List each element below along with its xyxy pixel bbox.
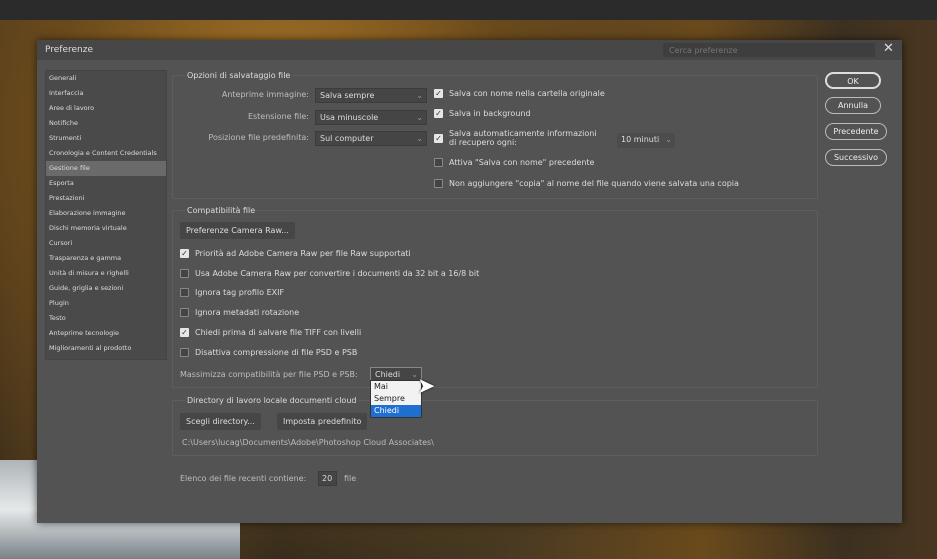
top-bar <box>0 0 937 20</box>
checkbox-label: Disattiva compressione di file PSD e PSB <box>195 347 358 357</box>
maximize-compat-label: Massimizza compatibilità per file PSD e … <box>180 370 358 379</box>
extension-value: Usa minuscole <box>320 113 379 122</box>
checkbox-label: Salva automaticamente informazioni di rec… <box>449 129 597 147</box>
checkbox-unchecked-icon <box>180 347 189 357</box>
checkbox-label: Attiva "Salva con nome" precedente <box>449 158 595 167</box>
recent-files-unit: file <box>344 474 357 483</box>
sidebar-item[interactable]: Trasparenza e gamma <box>46 251 166 266</box>
image-preview-label: Anteprime immagine: <box>221 90 309 99</box>
checkbox-label: Priorità ad Adobe Camera Raw per file Ra… <box>195 249 411 258</box>
checkbox-unchecked-icon <box>180 288 189 298</box>
camera-raw-preferences-button[interactable]: Preferenze Camera Raw... <box>180 222 295 239</box>
recent-files-count-input[interactable]: 20 <box>318 471 337 486</box>
image-preview-select[interactable]: Salva sempre ⌄ <box>315 88 427 103</box>
legacy-save-as-checkbox[interactable]: Attiva "Salva con nome" precedente <box>434 158 594 167</box>
recent-files-label: Elenco dei file recenti contiene: <box>180 474 307 483</box>
title-bar: Preferenze ✕ <box>37 40 902 60</box>
compat-option-checkbox[interactable]: Disattiva compressione di file PSD e PSB <box>180 347 358 357</box>
checkbox-label: Ignora tag profilo EXIF <box>195 288 285 298</box>
image-preview-value: Salva sempre <box>320 91 375 100</box>
checkbox-label: Salva con nome nella cartella originale <box>449 89 605 98</box>
maximize-compat-value: Chiedi <box>375 370 401 379</box>
no-copy-checkbox[interactable]: Non aggiungere "copia" al nome del file … <box>434 179 739 188</box>
choose-directory-button[interactable]: Scegli directory... <box>180 413 261 430</box>
mouse-cursor-icon: ➤ <box>417 374 436 399</box>
checkbox-checked-icon: ✓ <box>434 134 443 143</box>
save-background-checkbox[interactable]: ✓ Salva in background <box>434 109 531 118</box>
save-options-title: Opzioni di salvataggio file <box>185 71 293 80</box>
sidebar-item[interactable]: Anteprime tecnologie <box>46 326 166 341</box>
cloud-directory-title: Directory di lavoro locale documenti clo… <box>185 396 359 405</box>
sidebar-item[interactable]: Cronologia e Content Credentials <box>46 146 166 161</box>
compat-option-checkbox[interactable]: ✓ Chiedi prima di salvare file TIFF con l… <box>180 327 362 337</box>
sidebar-item[interactable]: Gestione file <box>46 161 166 176</box>
chevron-down-icon: ⌄ <box>665 135 672 144</box>
save-as-original-checkbox[interactable]: ✓ Salva con nome nella cartella originale <box>434 89 605 98</box>
preferences-dialog: Preferenze ✕ GeneraliInterfacciaAree di … <box>37 40 902 523</box>
search-preferences-input[interactable] <box>663 43 875 57</box>
cloud-directory-group <box>172 400 818 456</box>
checkbox-unchecked-icon <box>180 308 189 318</box>
checkbox-checked-icon: ✓ <box>434 109 443 118</box>
location-select[interactable]: Sul computer ⌄ <box>315 131 427 146</box>
chevron-down-icon: ⌄ <box>416 91 423 100</box>
checkbox-label: Usa Adobe Camera Raw per convertire i do… <box>195 268 480 278</box>
sidebar-item[interactable]: Elaborazione immagine <box>46 206 166 221</box>
chevron-down-icon: ⌄ <box>416 134 423 143</box>
chevron-down-icon: ⌄ <box>416 113 423 122</box>
dropdown-option-sempre[interactable]: Sempre <box>371 393 421 405</box>
dropdown-option-mai[interactable]: Mai <box>371 381 421 393</box>
autosave-interval-value: 10 minuti <box>621 135 660 144</box>
sidebar-item[interactable]: Dischi memoria virtuale <box>46 221 166 236</box>
sidebar-item[interactable]: Testo <box>46 311 166 326</box>
compat-option-checkbox[interactable]: Ignora metadati rotazione <box>180 308 300 318</box>
maximize-compat-dropdown: Mai Sempre Chiedi <box>370 380 422 418</box>
compat-option-checkbox[interactable]: Ignora tag profilo EXIF <box>180 288 285 298</box>
checkbox-label: Salva in background <box>449 109 531 118</box>
compat-option-checkbox[interactable]: Usa Adobe Camera Raw per convertire i do… <box>180 268 480 278</box>
sidebar-item[interactable]: Prestazioni <box>46 191 166 206</box>
set-default-button[interactable]: Imposta predefinito <box>277 413 368 430</box>
extension-label: Estensione file: <box>247 112 309 121</box>
extension-select[interactable]: Usa minuscole ⌄ <box>315 110 427 125</box>
cloud-path: C:\Users\lucag\Documents\Adobe\Photoshop… <box>182 438 434 447</box>
autosave-checkbox[interactable]: ✓ Salva automaticamente informazioni di re… <box>434 129 597 147</box>
sidebar-item[interactable]: Esporta <box>46 176 166 191</box>
checkbox-unchecked-icon <box>434 158 443 167</box>
close-icon[interactable]: ✕ <box>883 41 894 56</box>
dialog-title: Preferenze <box>45 45 94 55</box>
checkbox-checked-icon: ✓ <box>180 327 189 337</box>
compat-option-checkbox[interactable]: ✓ Priorità ad Adobe Camera Raw per file R… <box>180 249 411 258</box>
checkbox-label: Ignora metadati rotazione <box>195 308 300 318</box>
autosave-interval-select[interactable]: 10 minuti ⌄ <box>617 133 675 148</box>
ok-button[interactable]: OK <box>825 72 881 89</box>
sidebar-item[interactable]: Guide, griglia e sezioni <box>46 281 166 296</box>
sidebar-item[interactable]: Unità di misura e righelli <box>46 266 166 281</box>
checkbox-checked-icon: ✓ <box>434 89 443 98</box>
dropdown-option-chiedi[interactable]: Chiedi <box>371 405 421 417</box>
checkbox-label: Chiedi prima di salvare file TIFF con li… <box>195 327 362 337</box>
checkbox-unchecked-icon <box>434 179 443 188</box>
sidebar-item[interactable]: Miglioramenti al prodotto <box>46 341 166 356</box>
checkbox-label: Non aggiungere "copia" al nome del file … <box>449 179 739 188</box>
checkbox-checked-icon: ✓ <box>180 249 189 258</box>
location-label: Posizione file predefinita: <box>208 133 309 142</box>
checkbox-unchecked-icon <box>180 268 189 278</box>
location-value: Sul computer <box>320 134 374 143</box>
previous-button[interactable]: Precedente <box>825 123 887 140</box>
next-button[interactable]: Successivo <box>825 149 887 166</box>
compatibility-title: Compatibilità file <box>185 206 258 215</box>
cancel-button[interactable]: Annulla <box>825 97 881 114</box>
sidebar-item[interactable]: Cursori <box>46 236 166 251</box>
sidebar-item[interactable]: Generali <box>46 71 166 86</box>
sidebar-item[interactable]: Plugin <box>46 296 166 311</box>
